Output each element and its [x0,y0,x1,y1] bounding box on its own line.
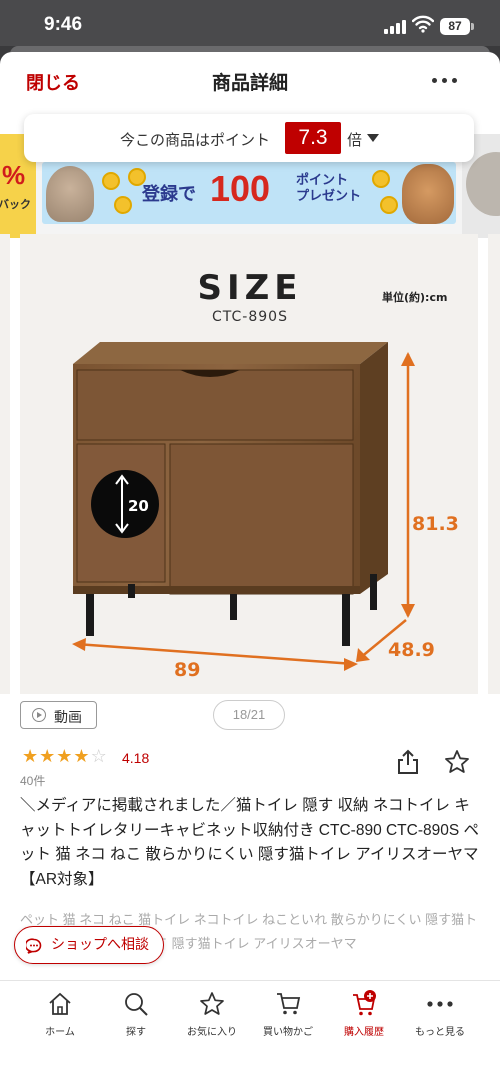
points-multiplier: 7.3 [285,122,341,154]
cart-icon [277,993,301,1015]
model-number: CTC-890S [212,309,288,325]
banner-text-point-line2: プレゼント [296,188,362,203]
prev-image-edge[interactable] [0,234,10,694]
page-title: 商品詳細 [211,73,288,94]
play-icon [32,708,46,722]
campaign-banner[interactable]: 登録で 100 ポイント プレゼント [42,162,456,224]
coin-icon [372,170,390,188]
video-button[interactable]: 動画 [20,701,97,729]
review-count[interactable]: 40件 [20,772,45,789]
nav-cart[interactable]: 買い物かご [248,989,328,1038]
nav-search-label: 探す [126,1027,146,1038]
cat-photo [46,166,94,222]
nav-more-label: もっと見る [415,1027,465,1038]
coin-icon [114,196,132,214]
coin-icon [102,172,120,190]
width-dimension: 89 [174,659,200,681]
more-options-icon[interactable] [432,78,457,83]
rating-stars[interactable]: ★ ★ ★ ★ ☆ [22,746,107,767]
banner-text-point: ポイント プレゼント [296,172,361,204]
share-icon[interactable] [396,749,420,775]
banner-text-register: 登録で [142,184,196,204]
search-icon [125,993,148,1016]
coin-icon [380,196,398,214]
next-image-edge[interactable] [488,234,500,694]
star-icon: ★ [56,746,73,766]
star-icon: ★ [73,746,90,766]
product-image[interactable]: SIZE CTC-890S 単位(約):cm 20 81.3 48.9 89 [20,234,478,694]
nav-favorites[interactable]: お気に入り [172,989,252,1038]
nav-cart-label: 買い物かご [263,1027,313,1038]
rating-value[interactable]: 4.18 [122,750,149,766]
chat-icon [26,938,42,954]
wifi-icon [412,15,434,33]
banner-text-100: 100 [210,168,271,209]
points-prefix: 今この商品はポイント [120,132,271,149]
nav-favorites-label: お気に入り [187,1027,237,1038]
product-title: ＼メディアに掲載されました／猫トイレ 隠す 収納 ネコトイレ キャットトイレタリ… [20,797,480,888]
hole-size: 20 [128,497,149,515]
product-detail-sheet: 閉じる 商品詳細 % バック 登録で 100 ポイント プレゼント 今この商品は… [0,52,500,1080]
banner-prev-percent: % [2,160,26,190]
bottom-nav: ホーム 探す お気に入り 買い物かご 購入履歴 もっと見る [0,980,500,1080]
image-pager: 18/21 [213,700,285,730]
nav-more[interactable]: もっと見る [400,989,480,1038]
star-empty-icon: ☆ [90,746,107,766]
nav-search[interactable]: 探す [96,989,176,1038]
more-dots-icon [427,1001,453,1007]
star-icon: ★ [22,746,39,766]
nav-home-label: ホーム [45,1027,75,1038]
points-info[interactable]: 今この商品はポイント 7.3 倍 [24,114,474,162]
nav-history[interactable]: 購入履歴 [324,989,404,1038]
chevron-down-icon [367,134,379,142]
shop-consult-button[interactable]: ショップへ相談 [14,926,164,964]
shop-consult-label: ショップへ相談 [51,936,149,952]
home-icon [49,992,71,1015]
cellular-signal-icon [384,20,406,34]
star-outline-icon [200,992,224,1015]
banner-prev-text: バック [0,199,31,211]
battery-icon: 87 [440,18,470,35]
nav-home[interactable]: ホーム [20,989,100,1038]
depth-dimension: 48.9 [388,639,435,661]
points-suffix: 倍 [347,132,363,149]
height-dimension: 81.3 [412,513,459,535]
size-title: SIZE [197,268,302,308]
unit-label: 単位(約):cm [382,290,447,304]
dog-photo [402,164,454,224]
battery-tip [471,23,474,30]
status-bar: 9:46 87 [0,0,500,46]
header: 閉じる 商品詳細 [0,52,500,108]
purchase-history-icon [353,990,376,1016]
status-time: 9:46 [44,14,83,35]
banner-text-point-line1: ポイント [296,172,349,187]
star-icon: ★ [39,746,56,766]
nav-history-label: 購入履歴 [344,1027,384,1038]
video-button-label: 動画 [54,709,82,725]
favorite-star-icon[interactable] [444,749,470,775]
